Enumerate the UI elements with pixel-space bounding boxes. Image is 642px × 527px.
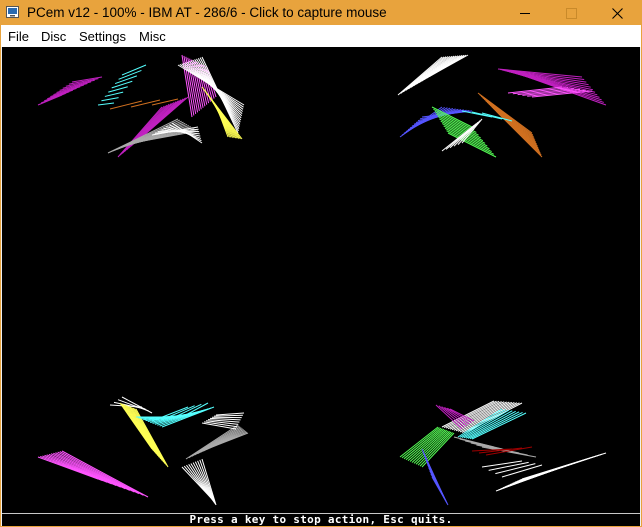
line-bundle: [119, 402, 169, 468]
line-bundle: [397, 54, 469, 96]
maximize-button[interactable]: [549, 1, 595, 25]
line-bundle: [37, 450, 149, 498]
window-title: PCem v12 - 100% - IBM AT - 286/6 - Click…: [27, 5, 387, 20]
minimize-button[interactable]: [503, 1, 549, 25]
menu-misc[interactable]: Misc: [139, 29, 166, 44]
line-art-screensaver: [37, 54, 607, 506]
menu-settings[interactable]: Settings: [79, 29, 126, 44]
line-bundle: [497, 68, 607, 106]
status-message: Press a key to stop action, Esc quits.: [189, 513, 453, 526]
line-bundle: [181, 458, 217, 506]
line-bundle: [185, 424, 249, 460]
minimize-icon: [520, 13, 530, 14]
pcem-app-icon: [6, 6, 19, 18]
menu-disc[interactable]: Disc: [41, 29, 66, 44]
emulator-screen[interactable]: [2, 47, 640, 513]
line-bundle: [481, 460, 543, 478]
maximize-icon: [566, 8, 577, 19]
emulator-status-line: Press a key to stop action, Esc quits.: [2, 513, 640, 526]
menu-file[interactable]: File: [8, 29, 29, 44]
close-icon: [612, 8, 623, 19]
title-bar[interactable]: PCem v12 - 100% - IBM AT - 286/6 - Click…: [1, 1, 641, 25]
menu-bar: File Disc Settings Misc: [1, 25, 641, 47]
close-button[interactable]: [595, 1, 641, 25]
line-bundle: [453, 436, 537, 458]
line-bundle: [37, 76, 103, 106]
pcem-window: PCem v12 - 100% - IBM AT - 286/6 - Click…: [0, 0, 642, 527]
line-bundle: [97, 64, 147, 106]
line-bundle: [495, 452, 607, 492]
line-bundle: [421, 448, 449, 506]
